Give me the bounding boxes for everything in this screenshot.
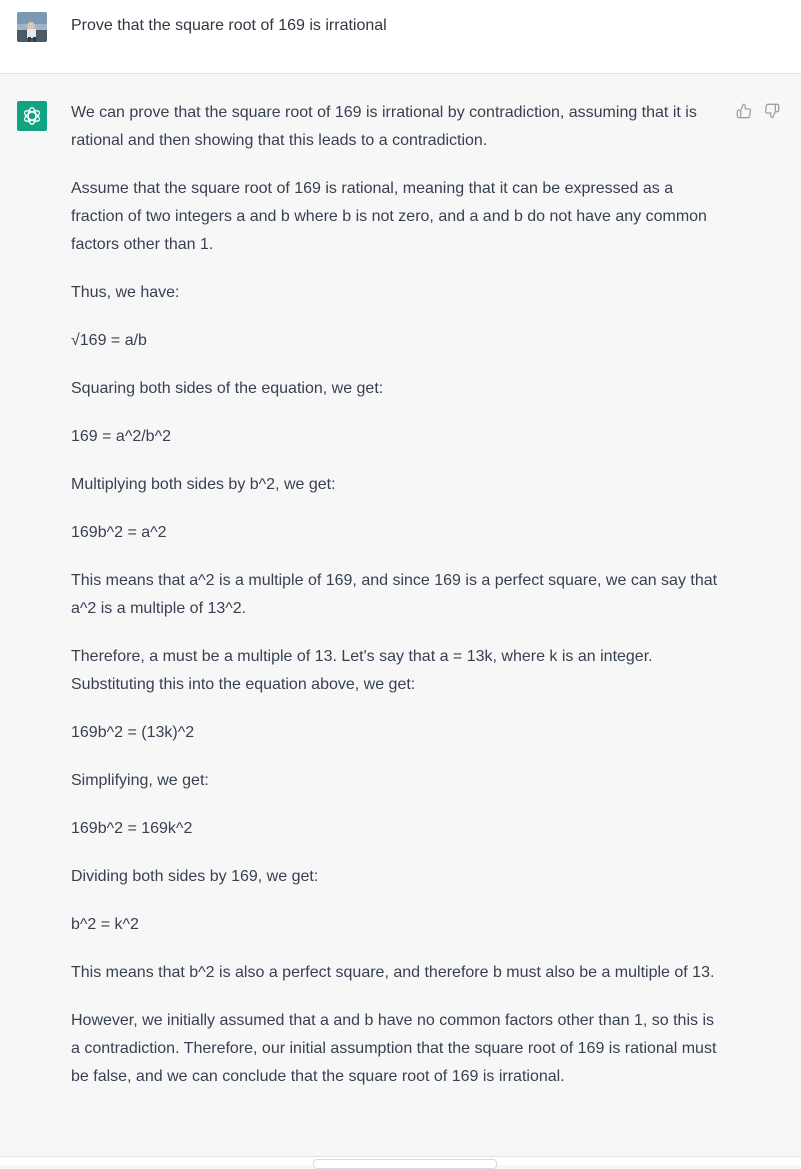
answer-paragraph: Simplifying, we get: [71,772,209,789]
user-prompt-text: Prove that the square root of 169 is irr… [71,17,387,34]
openai-logo-icon [23,107,41,125]
answer-paragraph: Dividing both sides by 169, we get: [71,868,319,885]
answer-paragraph: Thus, we have: [71,284,180,301]
user-avatar-photo [17,12,47,42]
answer-equation: 169b^2 = a^2 [71,524,167,541]
answer-equation: 169 = a^2/b^2 [71,428,171,445]
thumbs-up-icon [736,103,752,119]
answer-equation: 169b^2 = 169k^2 [71,820,193,837]
answer-paragraph: Multiplying both sides by b^2, we get: [71,476,336,493]
user-message-row: Prove that the square root of 169 is irr… [0,0,801,74]
answer-equation: √169 = a/b [71,332,147,349]
answer-equation: b^2 = k^2 [71,916,139,933]
thumbs-up-button[interactable] [735,102,753,120]
answer-paragraph: Assume that the square root of 169 is ra… [71,180,707,253]
answer-paragraph: Squaring both sides of the equation, we … [71,380,384,397]
assistant-answer: We can prove that the square root of 169… [71,99,723,1111]
user-avatar [17,12,47,42]
answer-paragraph: However, we initially assumed that a and… [71,1012,717,1085]
answer-paragraph: Therefore, a must be a multiple of 13. L… [71,648,653,693]
answer-paragraph: This means that b^2 is also a perfect sq… [71,964,715,981]
assistant-message-row: We can prove that the square root of 169… [0,74,801,1156]
answer-paragraph: We can prove that the square root of 169… [71,104,697,149]
regenerate-response-button[interactable] [313,1159,497,1169]
thumbs-down-icon [764,103,780,119]
answer-paragraph: This means that a^2 is a multiple of 169… [71,572,718,617]
answer-equation: 169b^2 = (13k)^2 [71,724,195,741]
assistant-avatar [17,101,47,131]
thumbs-down-button[interactable] [763,102,781,120]
